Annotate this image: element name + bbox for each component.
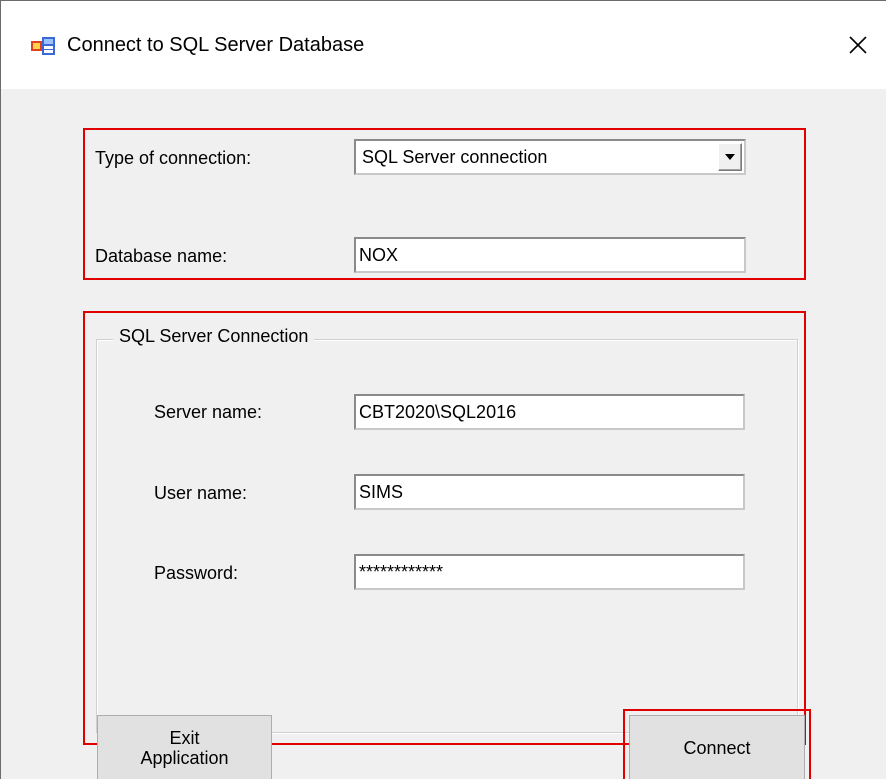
chevron-down-icon [725,154,735,160]
password-input[interactable] [354,554,745,590]
server-name-label: Server name: [154,402,263,422]
connection-type-value: SQL Server connection [362,147,548,167]
application-form-icon [31,37,55,55]
dialog-body: Type of connection: SQL Server connectio… [1,89,886,779]
exit-application-button[interactable]: Exit Application [97,715,272,779]
connection-type-dropdown[interactable]: SQL Server connection [354,139,746,175]
connect-button[interactable]: Connect [629,715,805,779]
server-name-input[interactable] [354,394,745,430]
connection-type-label: Type of connection: [95,148,252,168]
connect-dialog-window: Connect to SQL Server Database Type of c… [0,0,886,779]
window-title: Connect to SQL Server Database [67,34,365,56]
title-bar[interactable]: Connect to SQL Server Database [1,1,886,89]
connect-button-label: Connect [683,738,751,758]
dropdown-arrow-button[interactable] [718,143,742,171]
database-name-input[interactable] [354,237,746,273]
exit-button-label-line1: Exit [169,728,200,748]
close-button[interactable] [830,19,886,71]
user-name-label: User name: [154,483,248,503]
user-name-input[interactable] [354,474,745,510]
group-legend: SQL Server Connection [113,326,315,347]
password-label: Password: [154,563,239,583]
close-icon [849,36,867,54]
database-name-label: Database name: [95,246,228,266]
exit-button-label-line2: Application [140,748,229,768]
